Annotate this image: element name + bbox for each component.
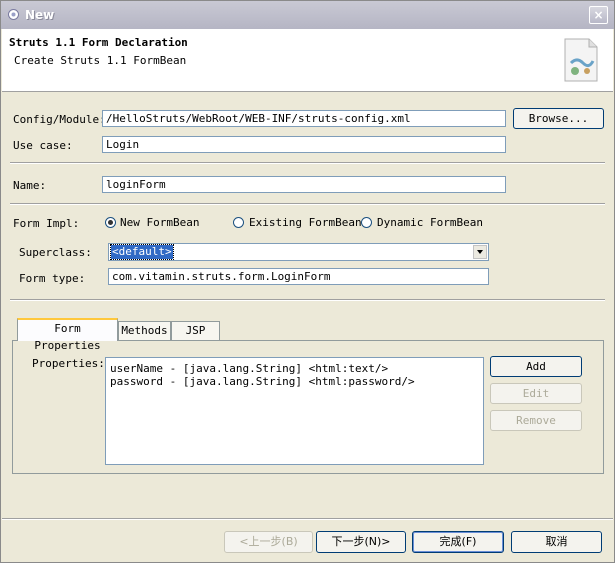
existing-formbean-radio[interactable] — [233, 217, 244, 228]
browse-button[interactable]: Browse... — [513, 108, 604, 129]
config-module-field[interactable]: /HelloStruts/WebRoot/WEB-INF/struts-conf… — [102, 110, 506, 127]
remove-property-button[interactable]: Remove — [490, 410, 582, 431]
existing-formbean-label[interactable]: Existing FormBean — [249, 216, 362, 229]
chevron-down-icon[interactable] — [473, 245, 487, 259]
page-title: Struts 1.1 Form Declaration — [9, 36, 188, 49]
page-description: Create Struts 1.1 FormBean — [14, 54, 187, 67]
tab-methods[interactable]: Methods — [118, 321, 171, 340]
close-button[interactable]: × — [589, 6, 608, 24]
separator — [10, 162, 605, 164]
dynamic-formbean-radio[interactable] — [361, 217, 372, 228]
new-formbean-radio[interactable] — [105, 217, 116, 228]
eclipse-wizard-icon — [8, 9, 19, 20]
next-button[interactable]: 下一步(N)> — [316, 531, 406, 553]
cancel-button[interactable]: 取消 — [511, 531, 602, 553]
form-type-label: Form type: — [19, 272, 86, 285]
edit-property-button[interactable]: Edit — [490, 383, 582, 404]
properties-list[interactable]: userName - [java.lang.String] <html:text… — [105, 357, 484, 465]
back-button[interactable]: <上一步(B) — [224, 531, 313, 553]
window-title: New — [25, 8, 55, 22]
form-type-field[interactable]: com.vitamin.struts.form.LoginForm — [108, 268, 489, 285]
name-field[interactable]: loginForm — [102, 176, 506, 193]
use-case-field[interactable]: Login — [102, 136, 506, 153]
separator — [10, 203, 605, 205]
name-label: Name: — [13, 179, 47, 192]
dynamic-formbean-label[interactable]: Dynamic FormBean — [377, 216, 483, 229]
superclass-label: Superclass: — [19, 246, 92, 259]
new-wizard-window: New × Struts 1.1 Form Declaration Create… — [0, 0, 615, 563]
wizard-banner: Struts 1.1 Form Declaration Create Strut… — [2, 29, 613, 92]
properties-label: Properties: — [32, 357, 105, 370]
tab-form-properties[interactable]: Form Properties — [17, 318, 118, 352]
add-property-button[interactable]: Add — [490, 356, 582, 377]
use-case-label: Use case: — [13, 139, 73, 152]
form-impl-label: Form Impl: — [13, 217, 80, 230]
superclass-selected-value: <default> — [110, 244, 174, 260]
separator — [10, 299, 605, 301]
title-bar[interactable]: New × — [1, 1, 614, 29]
list-item[interactable]: userName - [java.lang.String] <html:text… — [110, 362, 388, 375]
new-formbean-label[interactable]: New FormBean — [120, 216, 199, 229]
struts-form-wizard-icon — [564, 38, 598, 82]
list-item[interactable]: password - [java.lang.String] <html:pass… — [110, 375, 415, 388]
config-module-label: Config/Module: — [13, 113, 106, 126]
tab-jsp[interactable]: JSP — [171, 321, 220, 340]
separator — [2, 518, 613, 520]
superclass-combo[interactable]: <default> — [108, 243, 489, 261]
finish-button[interactable]: 完成(F) — [412, 531, 504, 553]
